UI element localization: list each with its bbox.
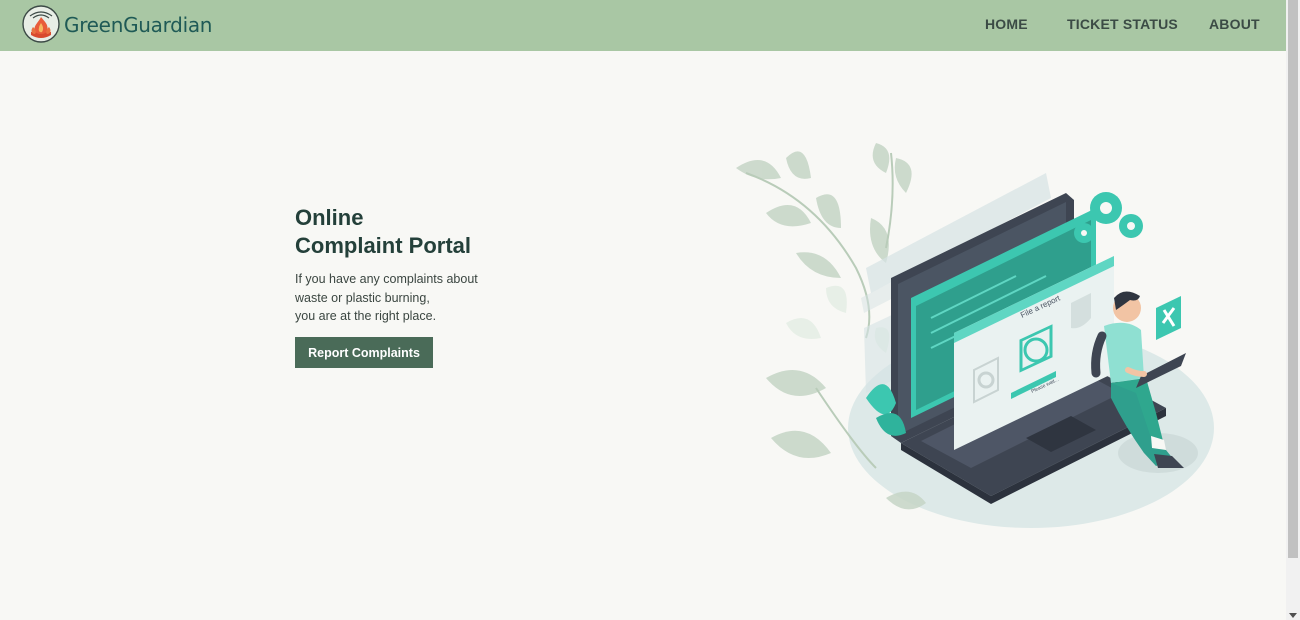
report-complaints-button[interactable]: Report Complaints — [295, 337, 433, 368]
description-line: you are at the right place. — [295, 309, 437, 323]
page-title: Online Complaint Portal — [295, 204, 555, 260]
navbar: GreenGuardian HOME TICKET STATUS ABOUT — [0, 0, 1286, 51]
title-line: Online — [295, 205, 364, 230]
person-laptop-report-illustration: File a report Please wait... — [736, 143, 1214, 528]
nav-home[interactable]: HOME — [985, 16, 1028, 32]
brand-name[interactable]: GreenGuardian — [64, 13, 212, 37]
hero-description: If you have any complaints about waste o… — [295, 270, 535, 326]
scroll-down-arrow-icon[interactable] — [1289, 613, 1297, 618]
description-line: If you have any complaints about — [295, 272, 478, 286]
description-line: waste or plastic burning, — [295, 290, 430, 305]
fire-leaf-logo-icon[interactable] — [22, 5, 60, 43]
nav-about[interactable]: ABOUT — [1209, 16, 1260, 32]
title-line: Complaint Portal — [295, 233, 472, 258]
nav-ticket-status[interactable]: TICKET STATUS — [1067, 16, 1178, 32]
vertical-scrollbar[interactable] — [1286, 0, 1300, 620]
scrollbar-thumb[interactable] — [1288, 0, 1298, 558]
